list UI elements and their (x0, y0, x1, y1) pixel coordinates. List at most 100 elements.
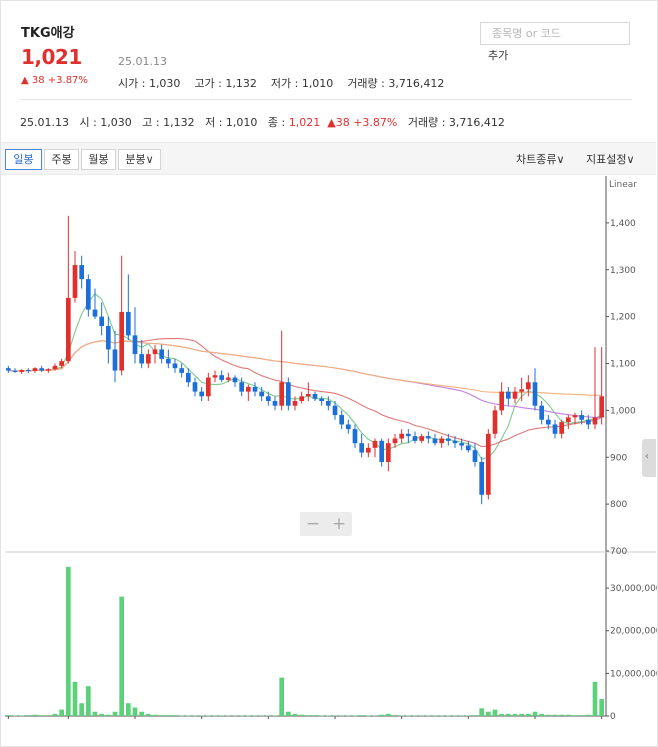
volume-bar (279, 677, 284, 716)
candle-body (119, 311, 124, 371)
volume-bar (532, 711, 538, 716)
y-tick-label: 1,100 (610, 360, 636, 370)
low-price: 저가 : 1,010 (270, 77, 334, 90)
side-panel-tab[interactable]: ‹ (642, 439, 656, 477)
ma5-line (8, 292, 602, 460)
candle-body (452, 440, 458, 444)
info-date: 25.01.13 (20, 116, 69, 129)
volume-bar (459, 715, 464, 717)
candle-body (399, 433, 404, 439)
candle-body (332, 405, 338, 416)
volume-bar (319, 715, 324, 717)
stock-search-input[interactable] (480, 22, 630, 45)
candle-body (292, 401, 298, 406)
candle-body (166, 358, 171, 364)
volume-bar (219, 715, 224, 717)
volume-tick-label: 0 (610, 712, 616, 721)
volume-bar (466, 715, 471, 717)
volume-bar (239, 715, 244, 717)
y-tick-label: 900 (610, 453, 627, 463)
volume-bar (566, 714, 571, 716)
volume-bar (392, 715, 398, 716)
volume-bar (379, 714, 384, 716)
tab-monthly[interactable]: 월봉 (81, 149, 116, 170)
volume-bar (92, 711, 98, 716)
candle-body (12, 370, 18, 372)
volume-bar (119, 596, 124, 716)
candle-body (346, 424, 351, 430)
indicator-settings-dropdown[interactable]: 지표설정∨ (586, 151, 635, 167)
current-price: 1,021 (21, 45, 82, 69)
volume-bar (106, 714, 111, 716)
tab-minute[interactable]: 분봉∨ (118, 149, 161, 170)
y-tick-label: 1,200 (610, 313, 636, 323)
y-tick-label: 1,400 (610, 219, 636, 229)
candle-body (19, 370, 24, 372)
candle-body (572, 415, 578, 418)
candle-body (312, 393, 318, 399)
open-price: 시가 : 1,030 (118, 77, 181, 90)
volume-tick-label: 30,000,000 (610, 584, 657, 594)
volume-bar (546, 714, 551, 716)
candle-body (419, 436, 424, 441)
volume-bar (592, 681, 598, 716)
candle-body (599, 396, 604, 418)
tab-weekly[interactable]: 주봉 (44, 149, 79, 170)
volume-bar (192, 715, 198, 717)
add-button[interactable]: 추가 (488, 47, 508, 63)
volume-bar (352, 715, 358, 717)
volume-bar (492, 709, 498, 716)
candle-body (306, 393, 311, 397)
candle-body (6, 368, 11, 371)
candle-body (199, 391, 204, 397)
price-chart[interactable]: Linear 1,400 1,300 1,200 1,100 1,000 900 800 700… (1, 176, 657, 721)
volume-bar (232, 715, 238, 717)
candle-body (326, 401, 331, 406)
volume-bar (206, 715, 211, 717)
volume-bar (86, 686, 91, 716)
quote-stats: 시가 : 1,030 고가 : 1,132 저가 : 1,010 거래량 : 3… (118, 75, 444, 91)
info-low: 저 : 1,010 (205, 116, 258, 129)
volume-bar (226, 715, 231, 717)
candle-body (406, 433, 411, 437)
candle-body (259, 391, 264, 397)
candle-body (586, 419, 591, 425)
candle-body (279, 382, 284, 406)
zoom-in-button[interactable]: + (327, 513, 351, 535)
candle-body (559, 422, 564, 434)
candle-body (86, 279, 91, 310)
volume-bar (386, 713, 391, 716)
info-close: 1,021 (288, 116, 321, 129)
candle-body (372, 440, 378, 448)
volume-bar (166, 715, 171, 716)
volume-bar (519, 713, 524, 716)
zoom-out-button[interactable]: − (301, 513, 325, 535)
candle-body (432, 438, 438, 444)
chart-type-dropdown[interactable]: 차트종류∨ (516, 151, 565, 167)
price-change: ▲ 38 +3.87% (21, 75, 88, 86)
y-tick-label: 800 (610, 500, 627, 510)
volume-bar (472, 715, 478, 716)
volume-bar (19, 715, 24, 717)
volume-bar (199, 715, 204, 717)
candle-body (266, 396, 271, 401)
candle-body (532, 382, 538, 406)
volume-bar (246, 715, 251, 717)
tab-daily[interactable]: 일봉 (5, 149, 42, 170)
candle-body (352, 429, 358, 444)
volume-bar (446, 715, 451, 717)
volume-bar (359, 715, 364, 716)
volume-bar (412, 715, 418, 717)
y-tick-label: 700 (610, 547, 627, 557)
info-volume: 거래량 : 3,716,412 (407, 116, 505, 129)
info-change: ▲38 +3.87% (327, 116, 398, 129)
candle-body (206, 377, 211, 397)
candle-body (146, 354, 151, 364)
candle-body (512, 391, 518, 399)
candle-body (106, 326, 111, 350)
volume-bar (152, 714, 158, 716)
volume-bar (426, 715, 431, 717)
stock-name: TKG애강 (21, 26, 75, 41)
candle-body (566, 417, 571, 423)
volume-bar (539, 713, 544, 716)
